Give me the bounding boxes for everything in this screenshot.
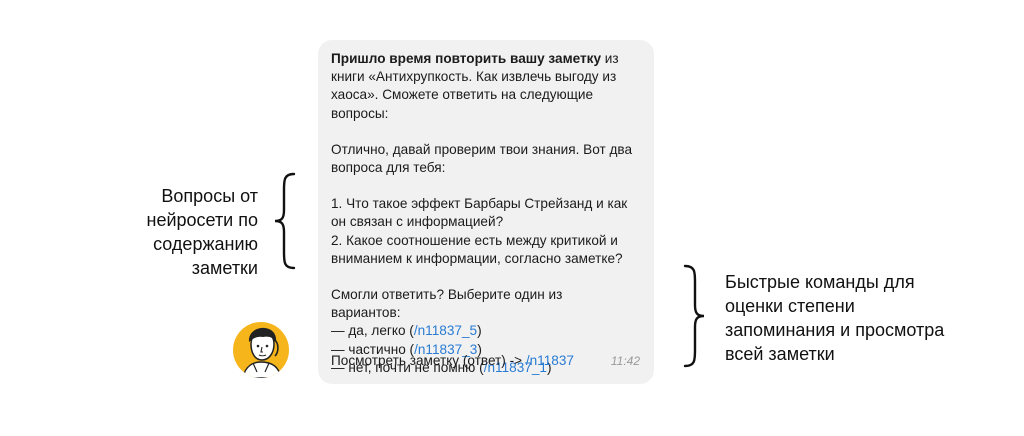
annotation-quick-commands: Быстрые команды для оценки степени запом… [725, 270, 985, 366]
chat-message-bubble: Пришло время повторить вашу заметку из к… [318, 40, 654, 384]
command-link-easy[interactable]: /n11837_5 [414, 323, 477, 338]
answer-prompt: Смогли ответить? Выберите один из [331, 287, 563, 303]
question-2: 2. Какое соотношение есть между критикой… [331, 232, 623, 266]
answer-prompt-cont: вариантов: [331, 305, 401, 321]
annotation-line: Быстрые команды для [725, 272, 915, 292]
ai-intro-text: Отлично, давай проверим твои знания. Вот… [331, 141, 633, 176]
right-curly-brace [683, 264, 705, 368]
question-1: 1. Что такое эффект Барбары Стрейзанд и … [331, 196, 628, 230]
annotation-line: нейросети по [146, 210, 259, 230]
view-note-line: Посмотреть заметку (ответ) -> /n11837 [331, 352, 574, 368]
annotation-line: содержанию заметки [153, 234, 258, 278]
annotation-line: запоминания и просмотра [725, 320, 945, 340]
annotation-ai-questions: Вопросы от нейросети по содержанию замет… [130, 184, 259, 280]
message-intro-bold: Пришло время повторить вашу заметку [331, 51, 602, 66]
option-easy: — да, легко (/n11837_5) [331, 323, 482, 339]
left-curly-brace [274, 172, 296, 270]
message-timestamp: 11:42 [610, 353, 640, 368]
message-intro: Пришло время повторить вашу заметку из к… [331, 50, 642, 123]
avatar[interactable] [233, 322, 289, 378]
command-link-view-note[interactable]: /n11837 [526, 353, 574, 368]
avatar-illustration-icon [233, 322, 289, 378]
annotation-line: оценки степени [725, 296, 855, 316]
annotation-line: всей заметки [725, 344, 835, 364]
annotation-line: Вопросы от [161, 186, 258, 206]
